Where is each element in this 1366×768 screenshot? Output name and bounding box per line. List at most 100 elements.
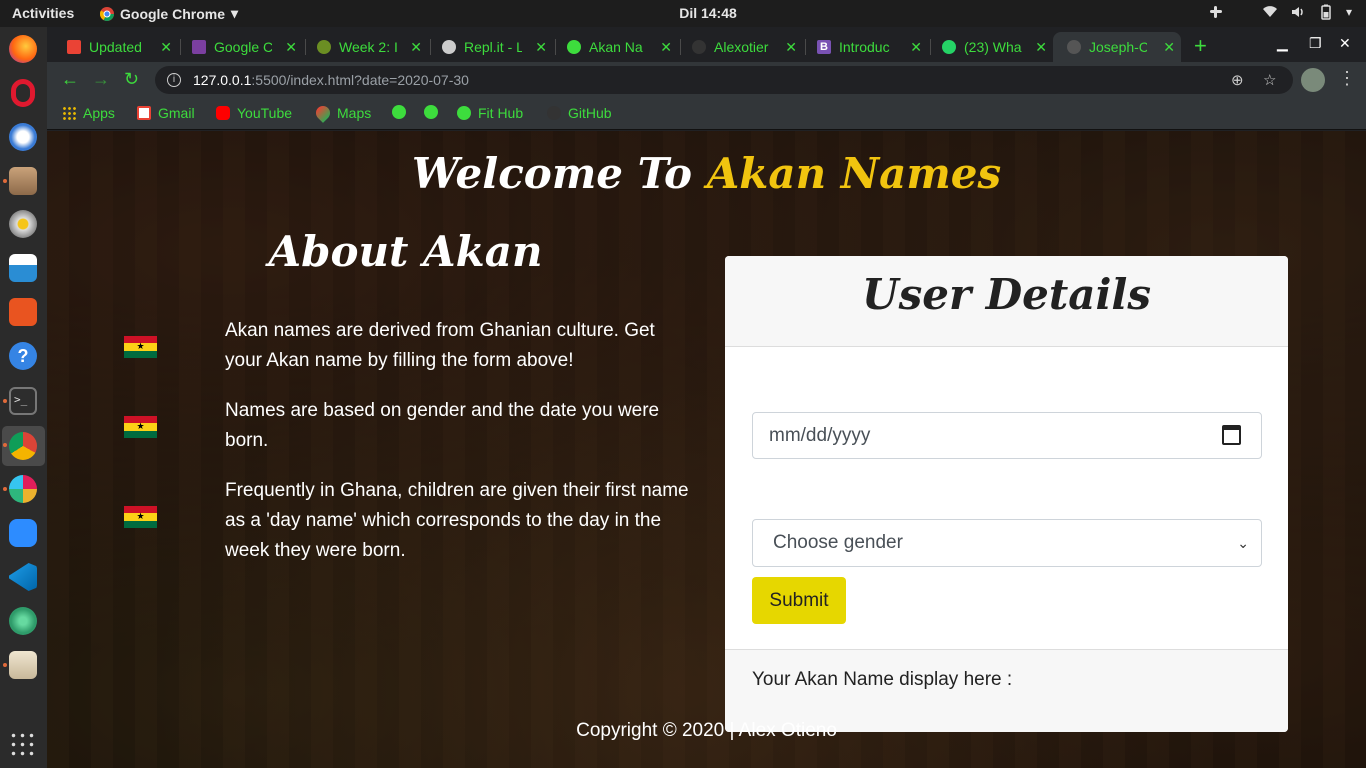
tab-week-2[interactable]: Week 2: I ✕	[303, 32, 428, 62]
more-menu-icon[interactable]: ⋮	[1338, 68, 1356, 89]
chevron-down-icon[interactable]: ▾	[1346, 5, 1352, 19]
close-icon[interactable]: ✕	[160, 39, 172, 56]
close-window-icon[interactable]: ✕	[1339, 35, 1351, 52]
vscode-icon[interactable]	[9, 563, 37, 591]
system-tray[interactable]: ▾	[1208, 4, 1352, 20]
ghana-flag-icon: ★	[124, 336, 157, 358]
back-arrow-icon[interactable]: ←	[61, 69, 79, 90]
atom-icon[interactable]	[9, 607, 37, 635]
info-icon[interactable]: i	[167, 73, 181, 87]
forward-arrow-icon[interactable]: →	[92, 69, 110, 90]
rhythmbox-icon[interactable]	[9, 210, 37, 238]
bookmark-gmail[interactable]: Gmail	[137, 105, 195, 121]
tree-icon	[317, 40, 331, 54]
tab-title: Google C	[214, 39, 272, 55]
close-icon[interactable]: ✕	[535, 39, 547, 56]
running-indicator	[3, 487, 7, 491]
birth-date-input[interactable]: mm/dd/yyyy	[752, 412, 1262, 459]
battery-icon[interactable]	[1318, 4, 1334, 20]
zoom-icon[interactable]	[9, 519, 37, 547]
youtube-icon	[216, 106, 230, 120]
close-icon[interactable]: ✕	[410, 39, 422, 56]
software-center-icon[interactable]	[9, 298, 37, 326]
tab-title: Updated	[89, 39, 142, 55]
page-viewport: Welcome To Akan Names About Akan ★ Akan …	[47, 131, 1366, 768]
calendar-icon[interactable]	[1222, 425, 1241, 445]
tab-gmail[interactable]: Updated ✕	[53, 32, 178, 62]
tab-title: Introduc	[839, 39, 890, 55]
help-icon[interactable]: ?	[9, 342, 37, 370]
firefox-icon[interactable]	[9, 35, 37, 63]
tab-akan-names[interactable]: Akan Na ✕	[553, 32, 678, 62]
close-icon[interactable]: ✕	[910, 39, 922, 56]
bookmark-label: Gmail	[158, 105, 195, 121]
bookmark-label: Fit Hub	[478, 105, 524, 121]
bookmark-globe-1[interactable]	[392, 105, 406, 119]
bookmark-youtube[interactable]: YouTube	[216, 105, 292, 121]
bookmark-label: GitHub	[568, 105, 612, 121]
new-tab-button[interactable]: +	[1194, 33, 1207, 59]
replit-icon	[442, 40, 456, 54]
url-host: 127.0.0.1	[193, 72, 252, 88]
tab-title: Joseph-C	[1089, 39, 1147, 55]
profile-avatar[interactable]	[1301, 68, 1325, 92]
thunderbird-icon[interactable]	[9, 123, 37, 151]
close-icon[interactable]: ✕	[660, 39, 672, 56]
bookmark-star-icon[interactable]: ☆	[1263, 71, 1276, 89]
submit-button[interactable]: Submit	[752, 577, 846, 624]
bookmark-globe-2[interactable]	[424, 105, 438, 119]
reload-icon[interactable]: ↻	[124, 69, 139, 90]
github-icon	[1067, 40, 1081, 54]
tab-whatsapp[interactable]: (23) Wha ✕	[928, 32, 1053, 62]
bookmark-label: YouTube	[237, 105, 293, 121]
tab-alexotieno[interactable]: Alexotier ✕	[678, 32, 803, 62]
tab-bootstrap-intro[interactable]: B Introduc ✕	[803, 32, 928, 62]
volume-icon[interactable]	[1290, 4, 1306, 20]
tab-title: Akan Na	[589, 39, 643, 55]
zoom-icon[interactable]: ⊕	[1231, 71, 1244, 89]
running-indicator	[3, 443, 7, 447]
terminal-icon[interactable]: >_	[9, 387, 37, 415]
show-applications-icon[interactable]	[9, 731, 37, 759]
about-paragraph: Akan names are derived from Ghanian cult…	[225, 320, 655, 371]
tab-title: Week 2: I	[339, 39, 397, 55]
globe-icon	[424, 105, 438, 119]
opera-icon[interactable]	[11, 79, 35, 107]
maximize-icon[interactable]: ❐	[1309, 35, 1322, 52]
close-icon[interactable]: ✕	[1035, 39, 1047, 56]
bookmark-fit-hub[interactable]: Fit Hub	[457, 105, 523, 121]
bookmark-apps[interactable]: Apps	[62, 105, 115, 121]
bookmark-github[interactable]: GitHub	[547, 105, 612, 121]
tab-joseph[interactable]: Joseph-C ✕	[1053, 32, 1181, 62]
bootstrap-icon: B	[817, 40, 831, 54]
close-icon[interactable]: ✕	[1163, 39, 1175, 56]
dock: ? >_	[0, 27, 47, 768]
bookmark-label: Maps	[337, 105, 372, 121]
calendar-icon	[192, 40, 206, 54]
globe-icon	[457, 106, 471, 120]
chrome-icon[interactable]	[9, 432, 37, 460]
bookmark-maps[interactable]: Maps	[313, 103, 372, 123]
libreoffice-icon[interactable]	[9, 254, 37, 282]
running-indicator	[3, 179, 7, 183]
tab-strip: Updated ✕ Google C ✕ Week 2: I ✕ Repl.it…	[47, 27, 1366, 62]
gender-select[interactable]: Choose gender ⌄	[752, 519, 1262, 567]
chevron-down-icon: ⌄	[1237, 535, 1249, 551]
about-paragraph: Names are based on gender and the date y…	[225, 400, 660, 451]
address-bar[interactable]: i 127.0.0.1:5500/index.html?date=2020-07…	[155, 66, 1293, 94]
close-icon[interactable]: ✕	[285, 39, 297, 56]
slack-icon[interactable]	[1208, 4, 1224, 20]
clock[interactable]: Dil 14:48	[0, 5, 1366, 21]
wifi-icon[interactable]	[1262, 4, 1278, 20]
image-viewer-icon[interactable]	[9, 651, 37, 679]
browser-toolbar: ← → ↻ i 127.0.0.1:5500/index.html?date=2…	[47, 62, 1366, 98]
slack-icon[interactable]	[9, 475, 37, 503]
card-title: User Details	[725, 256, 1288, 347]
files-icon[interactable]	[9, 167, 37, 195]
minimize-icon[interactable]: ▁	[1277, 35, 1288, 52]
tab-title: Repl.it - L	[464, 39, 522, 55]
ghana-flag-icon: ★	[124, 506, 157, 528]
tab-google-calendar[interactable]: Google C ✕	[178, 32, 303, 62]
tab-replit[interactable]: Repl.it - L ✕	[428, 32, 553, 62]
close-icon[interactable]: ✕	[785, 39, 797, 56]
